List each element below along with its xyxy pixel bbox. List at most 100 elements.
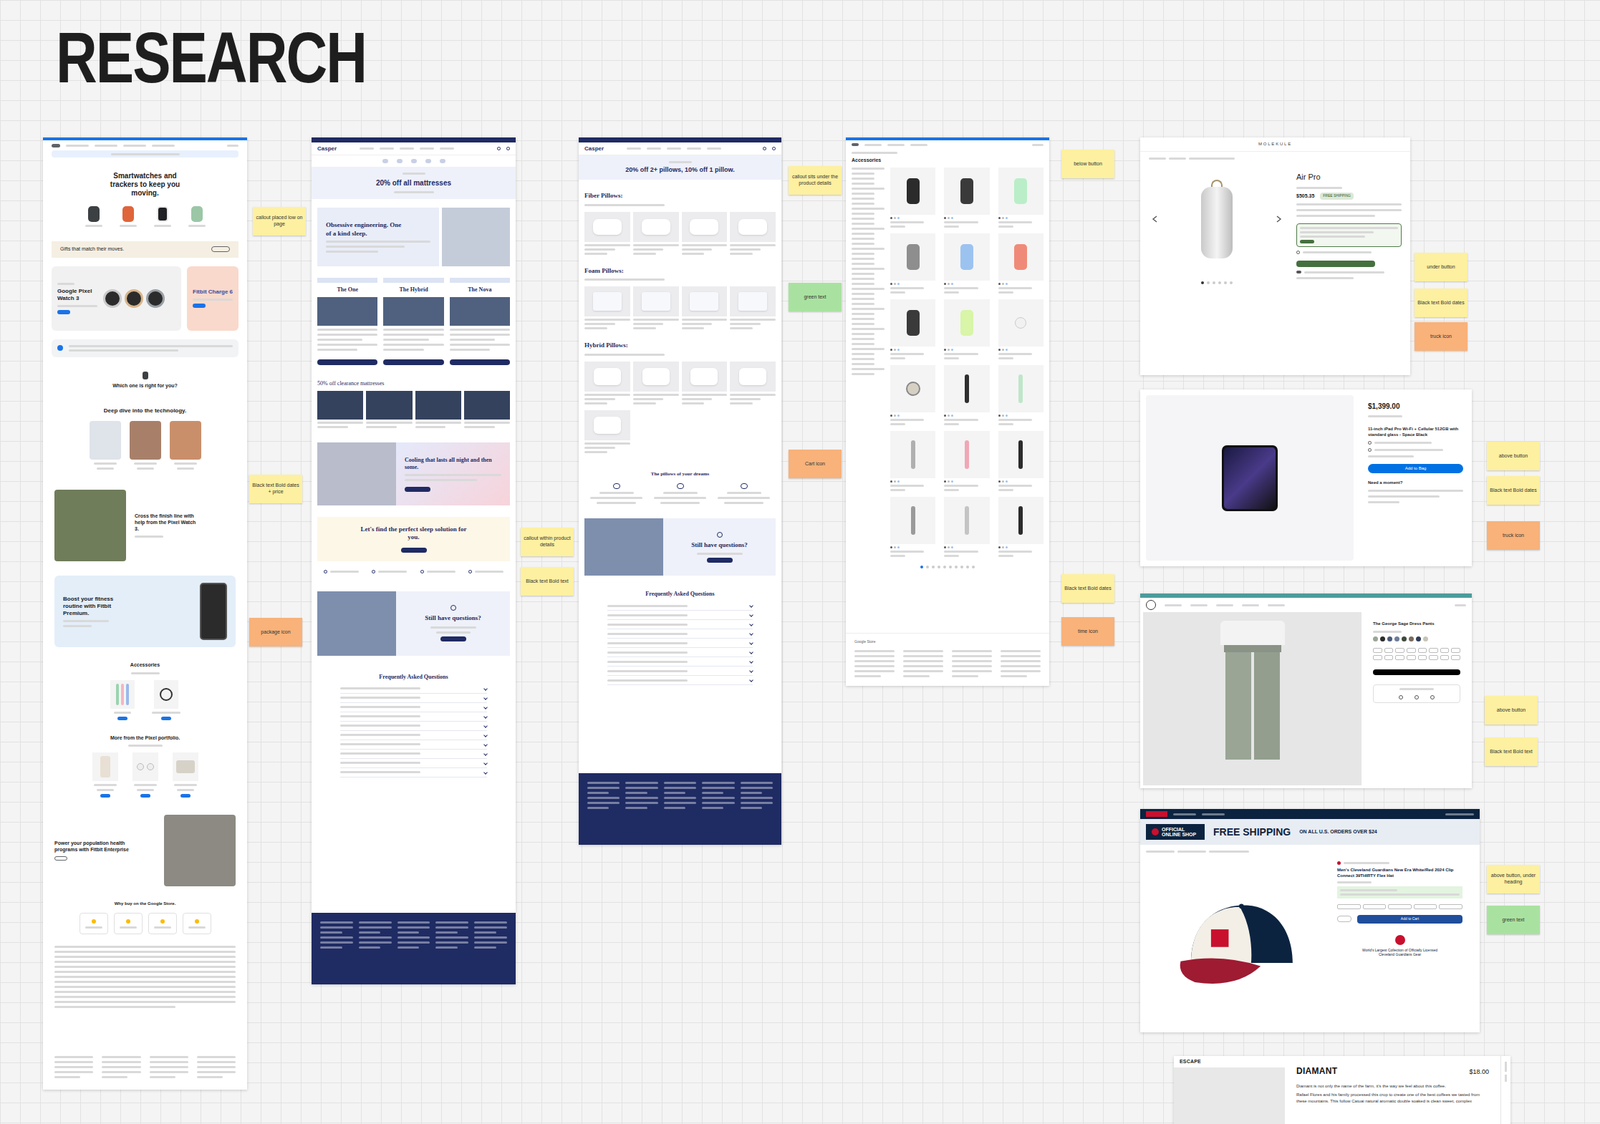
cart-icon[interactable] xyxy=(506,146,510,151)
add-to-cart-button[interactable] xyxy=(1296,260,1376,268)
shop-button[interactable] xyxy=(57,310,71,315)
size-option[interactable] xyxy=(1337,904,1361,910)
chevron-icon[interactable] xyxy=(749,650,754,655)
chevron-icon[interactable] xyxy=(483,724,488,729)
color-swatch[interactable] xyxy=(1387,636,1393,642)
size-option[interactable] xyxy=(1438,904,1463,910)
chevron-icon[interactable] xyxy=(483,742,488,748)
chevron-icon[interactable] xyxy=(483,761,488,766)
color-swatch[interactable] xyxy=(1380,636,1386,642)
sticky-note[interactable]: Black text Bold text xyxy=(520,567,574,596)
page-dot[interactable] xyxy=(954,565,958,569)
buy-button[interactable] xyxy=(117,716,128,721)
page-dot[interactable] xyxy=(937,565,941,569)
size-option[interactable] xyxy=(1372,655,1383,661)
gallery-dot[interactable] xyxy=(1218,281,1222,285)
sticky-note[interactable]: below button xyxy=(1061,149,1115,179)
radio[interactable] xyxy=(1367,448,1372,452)
color-swatch[interactable] xyxy=(1394,636,1400,642)
page-dot[interactable] xyxy=(931,565,935,569)
color-swatch[interactable] xyxy=(1408,636,1414,642)
page-dot[interactable] xyxy=(966,565,970,569)
size-option[interactable] xyxy=(1440,655,1450,661)
sticky-note[interactable]: package icon xyxy=(249,618,303,647)
add-to-cart-button[interactable] xyxy=(1372,669,1461,676)
shop-button[interactable] xyxy=(383,359,444,366)
radio[interactable] xyxy=(1296,250,1300,255)
size-option[interactable] xyxy=(1395,655,1405,661)
chevron-icon[interactable] xyxy=(483,770,488,775)
add-to-bag-label[interactable]: Add to Bag xyxy=(1405,465,1427,472)
add-to-cart-label[interactable]: Add to Cart xyxy=(1400,916,1419,923)
account-icon[interactable] xyxy=(497,146,501,151)
size-option[interactable] xyxy=(1418,655,1428,661)
page-dot[interactable] xyxy=(948,565,952,569)
size-option[interactable] xyxy=(1413,904,1438,910)
gallery-dot[interactable] xyxy=(1212,281,1216,285)
size-option[interactable] xyxy=(1406,655,1416,661)
buy-button[interactable] xyxy=(161,716,172,721)
chevron-icon[interactable] xyxy=(749,678,754,683)
sticky-note[interactable]: Cart icon xyxy=(788,449,842,479)
size-option[interactable] xyxy=(1384,655,1394,661)
chevron-icon[interactable] xyxy=(483,752,488,757)
sticky-note[interactable]: callout placed low on page xyxy=(252,206,306,236)
sticky-note[interactable]: Black text Bold dates xyxy=(1414,288,1468,318)
page-dot[interactable] xyxy=(943,565,947,569)
contact-button[interactable] xyxy=(706,557,733,563)
chevron-icon[interactable] xyxy=(483,696,488,701)
buy-button[interactable] xyxy=(100,794,111,798)
page-dot[interactable] xyxy=(960,565,964,569)
size-option[interactable] xyxy=(1428,648,1439,654)
sticky-note[interactable]: under button xyxy=(1414,252,1468,282)
size-option[interactable] xyxy=(1428,655,1439,661)
size-option[interactable] xyxy=(1451,648,1461,654)
shop-button[interactable] xyxy=(404,487,431,493)
sticky-note[interactable]: Black text Bold text xyxy=(1484,737,1538,767)
page-dot[interactable] xyxy=(920,565,924,569)
chevron-icon[interactable] xyxy=(749,659,754,664)
chevron-icon[interactable] xyxy=(749,631,754,636)
sticky-note[interactable]: green text xyxy=(1486,905,1540,935)
size-option[interactable] xyxy=(1418,648,1428,654)
size-option[interactable] xyxy=(1372,648,1383,654)
chevron-icon[interactable] xyxy=(483,686,488,692)
sticky-note[interactable]: Black text Bold dates xyxy=(1061,574,1115,604)
chevron-icon[interactable] xyxy=(749,622,754,627)
color-swatch[interactable] xyxy=(1401,636,1407,642)
size-option[interactable] xyxy=(1362,904,1387,910)
chevron-icon[interactable] xyxy=(749,641,754,646)
page-dot[interactable] xyxy=(926,565,929,569)
learn-button[interactable] xyxy=(54,856,68,861)
chevron-icon[interactable] xyxy=(483,705,488,710)
sticky-note[interactable]: Black text Bold dates xyxy=(1486,476,1540,505)
color-swatch[interactable] xyxy=(1415,636,1421,642)
gallery-dot[interactable] xyxy=(1223,281,1227,285)
size-option[interactable] xyxy=(1395,648,1405,654)
chevron-icon[interactable] xyxy=(749,603,754,609)
size-option[interactable] xyxy=(1388,904,1412,910)
chevron-icon[interactable] xyxy=(749,613,754,618)
sticky-note[interactable]: above button, under heading xyxy=(1486,865,1540,894)
account-icon[interactable] xyxy=(762,146,767,151)
shop-button[interactable] xyxy=(192,303,206,308)
quiz-button[interactable] xyxy=(401,547,427,553)
color-swatch[interactable] xyxy=(1372,636,1378,642)
sticky-note[interactable]: green text xyxy=(788,282,842,312)
sticky-note[interactable]: above button xyxy=(1484,696,1538,725)
gallery-dot[interactable] xyxy=(1229,281,1233,285)
sticky-note[interactable]: truck icon xyxy=(1486,521,1540,551)
buy-button[interactable] xyxy=(180,794,191,798)
size-option[interactable] xyxy=(1384,648,1394,654)
callout-button[interactable] xyxy=(211,246,230,253)
gallery-dot[interactable] xyxy=(1206,281,1210,285)
color-swatch[interactable] xyxy=(1423,636,1429,642)
gallery-dot[interactable] xyxy=(1201,281,1204,285)
size-option[interactable] xyxy=(1406,648,1416,654)
sticky-note[interactable]: Black text Bold dates + price xyxy=(249,474,303,504)
sticky-note[interactable]: callout within product details xyxy=(520,527,574,557)
shop-button[interactable] xyxy=(317,359,378,366)
radio[interactable] xyxy=(1367,441,1372,445)
page-dot[interactable] xyxy=(971,565,975,569)
sticky-note[interactable]: callout sits under the product details xyxy=(788,166,842,195)
